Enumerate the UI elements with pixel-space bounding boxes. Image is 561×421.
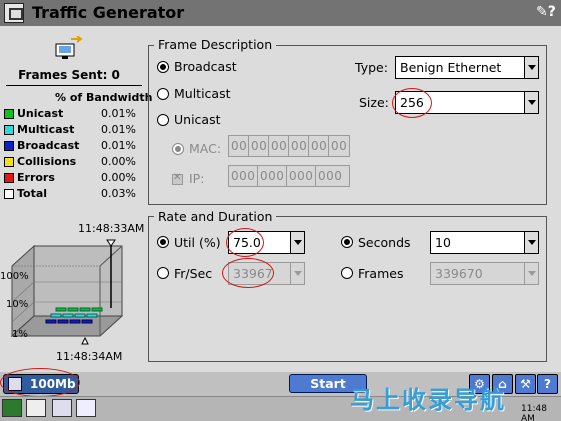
divider bbox=[6, 85, 142, 86]
y-tick-100: 100% bbox=[0, 271, 29, 282]
legend-row-collisions: Collisions 0.00% bbox=[4, 154, 140, 170]
app-window-icon bbox=[4, 3, 24, 23]
mac-label: MAC: bbox=[189, 141, 222, 156]
mac-octet-3[interactable]: 00 bbox=[268, 135, 290, 157]
legend-label: Multicast bbox=[17, 123, 75, 136]
collisions-swatch bbox=[4, 157, 14, 167]
chevron-down-icon[interactable] bbox=[524, 57, 538, 78]
frames-radio[interactable] bbox=[341, 267, 353, 279]
watermark: 马上收录导航 bbox=[350, 386, 506, 414]
frames-select[interactable]: 339670 bbox=[430, 262, 539, 285]
annotation-circle bbox=[222, 258, 274, 288]
unicast-swatch bbox=[4, 109, 14, 119]
ip-octet-1[interactable]: 000 bbox=[228, 165, 259, 187]
legend-row-errors: Errors 0.00% bbox=[4, 170, 140, 186]
broadcast-swatch bbox=[4, 141, 14, 151]
ip-label: IP: bbox=[189, 171, 205, 186]
chevron-down-icon[interactable] bbox=[524, 232, 538, 253]
legend-value: 0.00% bbox=[101, 155, 136, 168]
util-radio[interactable] bbox=[157, 236, 169, 248]
frsec-label[interactable]: Fr/Sec bbox=[174, 266, 212, 281]
ip-octet-3[interactable]: 000 bbox=[286, 165, 317, 187]
ip-octet-2[interactable]: 000 bbox=[257, 165, 288, 187]
legend-label: Total bbox=[17, 187, 48, 200]
mac-octet-5[interactable]: 00 bbox=[308, 135, 330, 157]
taskbar-clock: 11:48 AM bbox=[521, 404, 547, 421]
seconds-label[interactable]: Seconds bbox=[358, 235, 411, 250]
legend-label: Collisions bbox=[17, 155, 77, 168]
legend-row-total: Total 0.03% bbox=[4, 186, 140, 202]
type-select[interactable]: Benign Ethernet bbox=[395, 56, 539, 79]
mac-octet-1[interactable]: 00 bbox=[228, 135, 250, 157]
annotation-circle bbox=[392, 88, 432, 118]
legend-row-broadcast: Broadcast 0.01% bbox=[4, 138, 140, 154]
broadcast-radio[interactable] bbox=[157, 61, 169, 73]
keyboard-icon[interactable] bbox=[26, 399, 46, 417]
legend-label: Errors bbox=[17, 171, 55, 184]
legend-value: 0.01% bbox=[101, 123, 136, 136]
chevron-down-icon[interactable] bbox=[524, 92, 538, 113]
frames-label[interactable]: Frames bbox=[358, 266, 403, 281]
traffic-chart: 100% 10% 1% bbox=[0, 239, 124, 345]
tools-icon[interactable]: ⚒ bbox=[515, 374, 536, 394]
mac-octet-2[interactable]: 00 bbox=[248, 135, 270, 157]
window-title: Traffic Generator bbox=[32, 3, 185, 22]
chevron-down-icon[interactable] bbox=[290, 232, 304, 253]
mac-octet-4[interactable]: 00 bbox=[288, 135, 310, 157]
multicast-radio[interactable] bbox=[157, 88, 169, 100]
annotation-circle bbox=[226, 228, 264, 257]
multicast-label[interactable]: Multicast bbox=[174, 86, 231, 101]
chart-time-end: 11:48:34AM bbox=[56, 350, 123, 363]
legend-value: 0.01% bbox=[101, 139, 136, 152]
legend-value: 0.00% bbox=[101, 171, 136, 184]
y-tick-10: 10% bbox=[6, 299, 28, 310]
traffic-generator-task-icon[interactable] bbox=[52, 399, 72, 417]
chevron-down-icon[interactable] bbox=[524, 263, 538, 284]
seconds-value: 10 bbox=[435, 235, 451, 250]
ip-checkbox[interactable] bbox=[172, 172, 183, 185]
seconds-radio[interactable] bbox=[341, 236, 353, 248]
type-value: Benign Ethernet bbox=[400, 60, 502, 75]
seconds-select[interactable]: 10 bbox=[430, 231, 539, 254]
legend-row-unicast: Unicast 0.01% bbox=[4, 106, 140, 122]
mac-radio[interactable] bbox=[172, 143, 184, 155]
frame-description-title: Frame Description bbox=[154, 37, 277, 52]
frames-sent-icon bbox=[55, 36, 83, 59]
frames-value: 339670 bbox=[435, 266, 483, 281]
unicast-label[interactable]: Unicast bbox=[174, 112, 221, 127]
legend-label: Unicast bbox=[17, 107, 64, 120]
multicast-swatch bbox=[4, 125, 14, 135]
frames-sent-label: Frames Sent: 0 bbox=[18, 68, 120, 82]
clock-task-icon[interactable] bbox=[76, 399, 96, 417]
ip-octet-4[interactable]: 000 bbox=[315, 165, 350, 187]
bandwidth-header: % of Bandwidth bbox=[55, 91, 153, 104]
start-menu-icon[interactable] bbox=[2, 399, 22, 417]
type-label: Type: bbox=[355, 60, 388, 75]
frsec-radio[interactable] bbox=[157, 267, 169, 279]
annotation-circle bbox=[0, 368, 80, 397]
help-icon[interactable]: ✎? bbox=[536, 4, 556, 22]
rate-duration-title: Rate and Duration bbox=[154, 209, 277, 224]
help-icon[interactable]: ? bbox=[537, 374, 558, 394]
mac-octet-6[interactable]: 00 bbox=[328, 135, 350, 157]
legend-row-multicast: Multicast 0.01% bbox=[4, 122, 140, 138]
y-tick-1: 1% bbox=[12, 329, 28, 340]
errors-swatch bbox=[4, 173, 14, 183]
chevron-down-icon[interactable] bbox=[290, 263, 304, 284]
broadcast-label[interactable]: Broadcast bbox=[174, 59, 237, 74]
util-label[interactable]: Util (%) bbox=[174, 235, 221, 250]
size-label: Size: bbox=[359, 95, 389, 110]
total-swatch bbox=[4, 189, 14, 199]
unicast-radio[interactable] bbox=[157, 114, 169, 126]
legend-value: 0.01% bbox=[101, 107, 136, 120]
legend-label: Broadcast bbox=[17, 139, 80, 152]
legend-value: 0.03% bbox=[101, 187, 136, 200]
